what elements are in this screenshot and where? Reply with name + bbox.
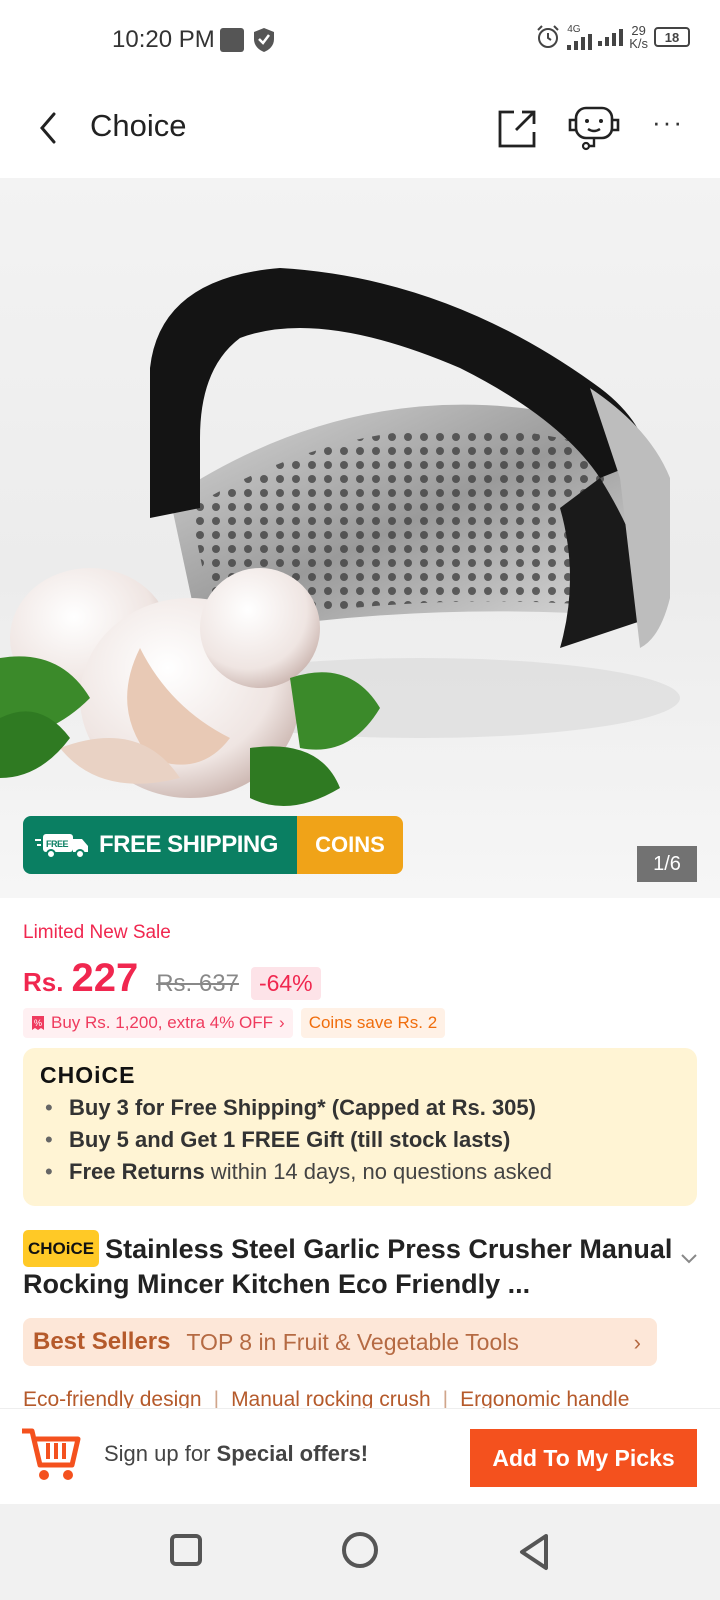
alarm-icon xyxy=(537,25,559,48)
choice-benefits-box[interactable]: CHOiCE • Buy 3 for Free Shipping* (Capped… xyxy=(23,1048,697,1206)
list-item: • Buy 5 and Get 1 FREE Gift (till stock l… xyxy=(45,1127,511,1152)
choice-benefits-list: • Buy 3 for Free Shipping* (Capped at Rs.… xyxy=(45,1092,552,1188)
network-speed: 29 K/s xyxy=(629,24,648,50)
app-header: Choice ··· xyxy=(0,80,720,178)
image-pager: 1/6 xyxy=(637,846,697,882)
benefit-bold: Buy 3 for Free Shipping* (Capped at Rs. … xyxy=(69,1095,536,1120)
status-indicators: 4G 29 K/s 18 xyxy=(535,24,690,50)
choice-logo: CHOiCE xyxy=(40,1062,136,1088)
best-sellers-text: TOP 8 in Fruit & Vegetable Tools xyxy=(186,1328,519,1355)
coins-label: COINS xyxy=(315,832,385,857)
status-time: 10:20 PM xyxy=(112,26,215,53)
product-title[interactable]: CHOiCE Stainless Steel Garlic Press Crush… xyxy=(23,1230,673,1302)
chevron-right-icon: › xyxy=(633,1330,641,1355)
signup-prefix: Sign up for xyxy=(104,1441,217,1466)
bottom-action-bar: Sign up for Special offers! Add To My Pi… xyxy=(0,1408,720,1504)
back-arrow-icon[interactable] xyxy=(30,108,70,148)
chatbot-icon[interactable] xyxy=(566,102,622,154)
chevron-down-icon[interactable] xyxy=(680,1253,698,1265)
signup-offer-text[interactable]: Sign up for Special offers! xyxy=(104,1441,368,1467)
product-title-text: Stainless Steel Garlic Press Crusher Man… xyxy=(23,1234,673,1299)
extra-discount-promo[interactable]: % Buy Rs. 1,200, extra 4% OFF › xyxy=(23,1008,293,1038)
currency: Rs. xyxy=(23,967,64,997)
recent-apps-icon[interactable] xyxy=(170,1534,202,1566)
extra-discount-text: Buy Rs. 1,200, extra 4% OFF xyxy=(51,1013,274,1032)
cart-icon[interactable] xyxy=(20,1425,82,1485)
home-icon[interactable] xyxy=(342,1532,378,1568)
signal-icon xyxy=(567,33,593,50)
benefit-bold: Free Returns xyxy=(69,1159,205,1184)
best-sellers-banner[interactable]: Best Sellers TOP 8 in Fruit & Vegetable … xyxy=(23,1318,657,1366)
shield-icon xyxy=(254,28,274,52)
free-shipping-label: FREE SHIPPING xyxy=(99,831,278,858)
signal-icon-2 xyxy=(598,28,624,46)
status-bar: 10:20 PM 4G 29 K/s 18 xyxy=(0,0,720,80)
original-price: Rs. 637 xyxy=(156,970,239,997)
battery-level: 18 xyxy=(664,29,680,45)
page-title: Choice xyxy=(90,108,187,143)
sale-price: 227 xyxy=(71,956,139,1000)
coins-save-text: Coins save Rs. 2 xyxy=(308,1013,438,1032)
coupon-icon: % xyxy=(32,1016,44,1030)
network-type: 4G xyxy=(567,23,581,35)
discount-badge: -64% xyxy=(250,967,321,1000)
choice-badge: CHOiCE xyxy=(23,1230,100,1267)
free-shipping-badge: FREE FREE SHIPPING COINS xyxy=(23,816,403,874)
best-sellers-logo: Best Sellers xyxy=(33,1328,171,1355)
list-item: • Buy 3 for Free Shipping* (Capped at Rs.… xyxy=(45,1095,536,1120)
truck-icon: FREE xyxy=(35,834,88,859)
list-item: • Free Returns within 14 days, no questio… xyxy=(45,1159,553,1184)
coins-save-badge: Coins save Rs. 2 xyxy=(300,1008,446,1038)
add-to-picks-button[interactable]: Add To My Picks xyxy=(470,1429,697,1487)
signup-bold: Special offers! xyxy=(216,1441,369,1466)
back-triangle-icon[interactable] xyxy=(516,1532,552,1572)
truck-label: FREE xyxy=(46,839,69,849)
system-nav-bar xyxy=(0,1504,720,1600)
benefit-bold: Buy 5 and Get 1 FREE Gift (till stock la… xyxy=(69,1127,511,1152)
battery-icon: 18 xyxy=(654,27,690,47)
chevron-right-icon: › xyxy=(279,1013,285,1032)
promo-row: % Buy Rs. 1,200, extra 4% OFF › Coins sa… xyxy=(23,1008,446,1038)
share-icon[interactable] xyxy=(496,106,540,150)
product-image-carousel[interactable]: FREE FREE SHIPPING COINS 1/6 xyxy=(0,178,720,898)
more-icon[interactable]: ··· xyxy=(652,109,692,136)
price-row: Rs. 227 Rs. 637 -64% xyxy=(23,956,321,1001)
svg-text:%: % xyxy=(34,1018,42,1028)
limited-sale-label: Limited New Sale xyxy=(23,922,171,943)
notification-icon xyxy=(220,28,244,52)
benefit-rest: within 14 days, no questions asked xyxy=(204,1159,553,1184)
product-image xyxy=(0,268,680,806)
speed-unit: K/s xyxy=(629,36,648,51)
